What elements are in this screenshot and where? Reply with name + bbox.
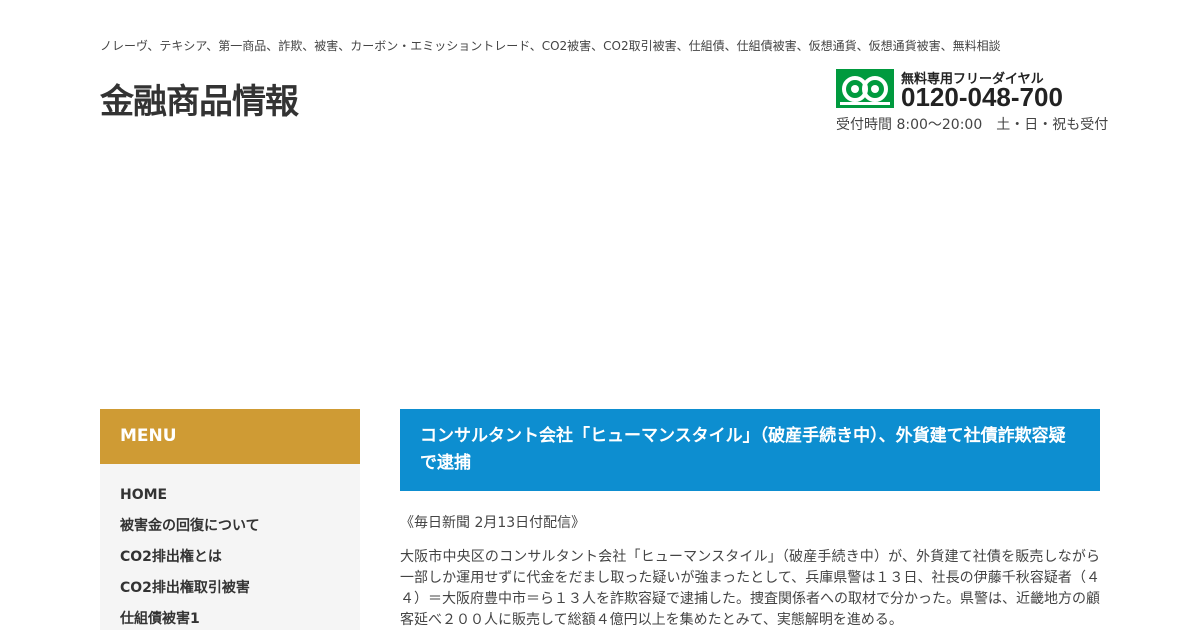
- menu-item-recovery[interactable]: 被害金の回復について: [100, 511, 360, 542]
- menu-item-home[interactable]: HOME: [100, 480, 360, 511]
- site-tagline: ノレーヴ、テキシア、第一商品、詐欺、被害、カーボン・エミッショントレード、CO2…: [100, 39, 1001, 53]
- article-body: 大阪市中央区のコンサルタント会社「ヒューマンスタイル」（破産手続き中）が、外貨建…: [400, 549, 1100, 628]
- menu-list: HOME 被害金の回復について CO2排出権とは CO2排出権取引被害 仕組債被…: [100, 464, 360, 635]
- main-content: コンサルタント会社「ヒューマンスタイル」（破産手続き中）、外貨建て社債詐欺容疑で…: [400, 409, 1100, 631]
- article-title: コンサルタント会社「ヒューマンスタイル」（破産手続き中）、外貨建て社債詐欺容疑で…: [400, 409, 1100, 491]
- menu-title: MENU: [100, 409, 360, 464]
- menu-item-structured-bond-1[interactable]: 仕組債被害1: [100, 604, 360, 635]
- business-hours: 受付時間 8:00～20:00 土・日・祝も受付: [836, 117, 1109, 133]
- freedial-icon: [836, 69, 894, 108]
- menu-item-co2-fraud[interactable]: CO2排出権取引被害: [100, 573, 360, 604]
- sidebar: MENU HOME 被害金の回復について CO2排出権とは CO2排出権取引被害…: [100, 409, 360, 630]
- site-title[interactable]: 金融商品情報: [100, 74, 299, 123]
- article-source: 《毎日新聞 2月13日付配信》: [400, 515, 586, 531]
- freedial-number[interactable]: 0120-048-700: [901, 82, 1063, 113]
- menu-item-co2-rights[interactable]: CO2排出権とは: [100, 542, 360, 573]
